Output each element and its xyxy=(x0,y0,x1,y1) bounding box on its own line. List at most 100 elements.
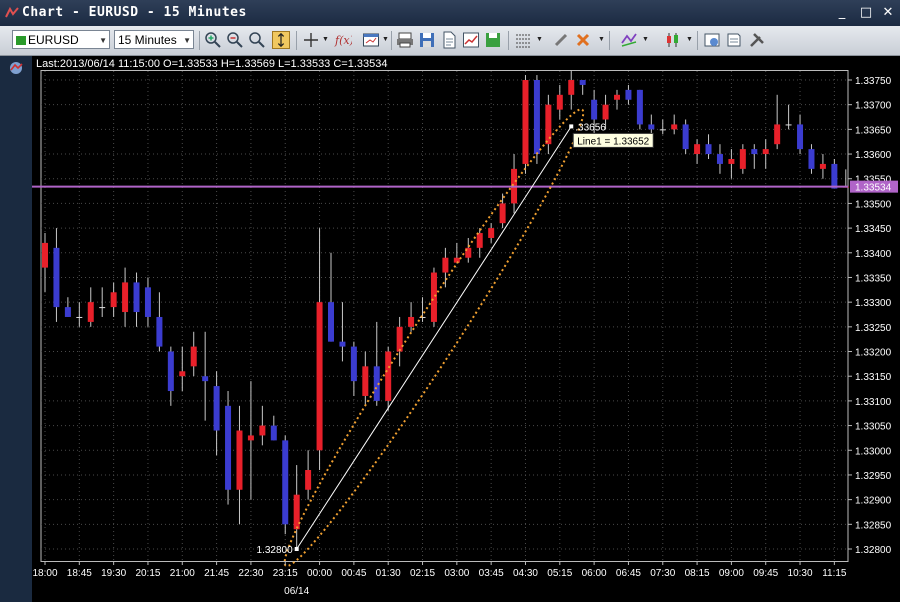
tooltip-text: Line1 = 1.33652 xyxy=(577,136,649,147)
chevron-down-icon[interactable]: ▼ xyxy=(536,36,543,43)
cross-icon[interactable] xyxy=(574,31,592,49)
save-green-icon[interactable] xyxy=(484,31,502,49)
candle-body xyxy=(87,302,94,322)
chart-toolbar: EURUSD ▼ 15 Minutes ▼ ▼ f(x) ▼ ▼ ▼ ▼ ▼ xyxy=(0,26,900,56)
trend-anchor-start xyxy=(294,547,299,551)
candle-body xyxy=(408,316,415,327)
candle-body xyxy=(293,494,300,530)
candlestick-icon[interactable] xyxy=(664,31,682,49)
chevron-down-icon[interactable]: ▼ xyxy=(642,36,649,43)
candlestick-chart[interactable]: 1.32800 .33656 Line1 = 1.33652 1.32800 1.32… xyxy=(32,56,900,602)
zoom-fit-icon[interactable] xyxy=(248,31,266,49)
y-tick-label: 1.33400 xyxy=(855,249,892,260)
svg-text:f(x): f(x) xyxy=(334,34,352,47)
candle-body xyxy=(762,149,769,155)
candle-body xyxy=(144,287,151,317)
x-tick-label: 06:45 xyxy=(616,568,641,579)
candle-body xyxy=(339,341,346,347)
zoom-in-icon[interactable] xyxy=(204,31,222,49)
symbol-select[interactable]: EURUSD ▼ xyxy=(12,30,110,49)
candle-body xyxy=(76,316,83,318)
chart-icon[interactable] xyxy=(462,31,480,49)
chart-window-icon[interactable] xyxy=(362,31,380,49)
x-tick-label: 10:30 xyxy=(788,568,813,579)
x-tick-label: 07:30 xyxy=(650,568,675,579)
indicator-icon[interactable] xyxy=(620,31,638,49)
candle-body xyxy=(167,351,174,392)
print-icon[interactable] xyxy=(396,31,414,49)
symbol-value: EURUSD xyxy=(28,33,79,47)
function-icon[interactable]: f(x) xyxy=(334,31,352,49)
chevron-down-icon[interactable]: ▼ xyxy=(598,36,605,43)
crosshair-icon[interactable] xyxy=(302,31,320,49)
cursor-vertical-icon[interactable] xyxy=(272,31,290,49)
candle-body xyxy=(179,371,186,377)
candle-body xyxy=(362,366,369,396)
ohlc-info: Last:2013/06/14 11:15:00 O=1.33533 H=1.3… xyxy=(36,58,388,70)
y-tick-label: 1.33000 xyxy=(855,446,892,457)
candle-body xyxy=(476,233,483,248)
tools-icon[interactable] xyxy=(748,31,766,49)
candle-body xyxy=(202,376,209,382)
candle-body xyxy=(568,80,575,95)
timeframe-value: 15 Minutes xyxy=(118,33,177,47)
y-tick-label: 1.32800 xyxy=(855,545,892,556)
minimize-button[interactable]: _ xyxy=(834,5,850,21)
toolbar-separator xyxy=(199,31,200,50)
candle-body xyxy=(430,272,437,322)
chevron-down-icon[interactable]: ▼ xyxy=(382,36,389,43)
chart-window: Chart - EURUSD - 15 Minutes _ □ ✕ EURUSD… xyxy=(0,0,900,602)
y-tick-label: 1.33350 xyxy=(855,273,892,284)
candle-body xyxy=(716,154,723,164)
y-tick-label: 1.33200 xyxy=(855,348,892,359)
save-icon[interactable] xyxy=(418,31,436,49)
candle-body xyxy=(602,104,609,120)
x-tick-label: 06:00 xyxy=(582,568,607,579)
timeframe-select[interactable]: 15 Minutes ▼ xyxy=(114,30,194,49)
y-tick-label: 1.33150 xyxy=(855,372,892,383)
chevron-down-icon[interactable]: ▼ xyxy=(686,36,693,43)
settings-icon[interactable] xyxy=(703,31,721,49)
candle-body xyxy=(499,203,506,224)
x-tick-label: 08:15 xyxy=(685,568,710,579)
candle-body xyxy=(739,149,746,169)
candle-body xyxy=(819,163,826,169)
x-tick-label: 19:30 xyxy=(101,568,126,579)
chart-list-icon[interactable] xyxy=(8,60,24,76)
candle-body xyxy=(316,302,323,451)
toolbar-separator xyxy=(508,31,509,50)
candle-body xyxy=(42,242,48,268)
x-tick-label: 21:00 xyxy=(170,568,195,579)
zoom-out-icon[interactable] xyxy=(226,31,244,49)
y-tick-label: 1.33100 xyxy=(855,397,892,408)
x-tick-label: 22:30 xyxy=(238,568,263,579)
symbol-icon xyxy=(16,36,26,45)
x-tick-label: 03:45 xyxy=(479,568,504,579)
y-tick-label: 1.33750 xyxy=(855,76,892,87)
candle-body xyxy=(705,144,712,155)
candle-body xyxy=(614,94,620,100)
candle-body xyxy=(270,425,277,441)
candle-body xyxy=(659,129,666,131)
x-tick-label: 18:00 xyxy=(32,568,57,579)
close-button[interactable]: ✕ xyxy=(880,5,896,21)
restore-button[interactable]: □ xyxy=(858,5,874,21)
grid-icon[interactable] xyxy=(514,31,532,49)
document-icon[interactable] xyxy=(440,31,458,49)
candle-body xyxy=(694,144,701,155)
chevron-down-icon: ▼ xyxy=(99,36,107,45)
candle-body xyxy=(728,158,735,164)
toolbar-separator xyxy=(609,31,610,50)
date-label: 06/14 xyxy=(284,586,309,597)
candle-body xyxy=(671,124,678,130)
toolbar-separator xyxy=(697,31,698,50)
candle-body xyxy=(797,124,804,150)
candle-body xyxy=(328,302,334,342)
title-bar[interactable]: Chart - EURUSD - 15 Minutes _ □ ✕ xyxy=(0,0,900,26)
x-tick-label: 00:45 xyxy=(341,568,366,579)
y-tick-label: 1.33650 xyxy=(855,125,892,136)
chevron-down-icon[interactable]: ▼ xyxy=(322,36,329,43)
link-icon[interactable] xyxy=(552,31,570,49)
y-tick-label: 1.32850 xyxy=(855,520,892,531)
document-edit-icon[interactable] xyxy=(725,31,743,49)
